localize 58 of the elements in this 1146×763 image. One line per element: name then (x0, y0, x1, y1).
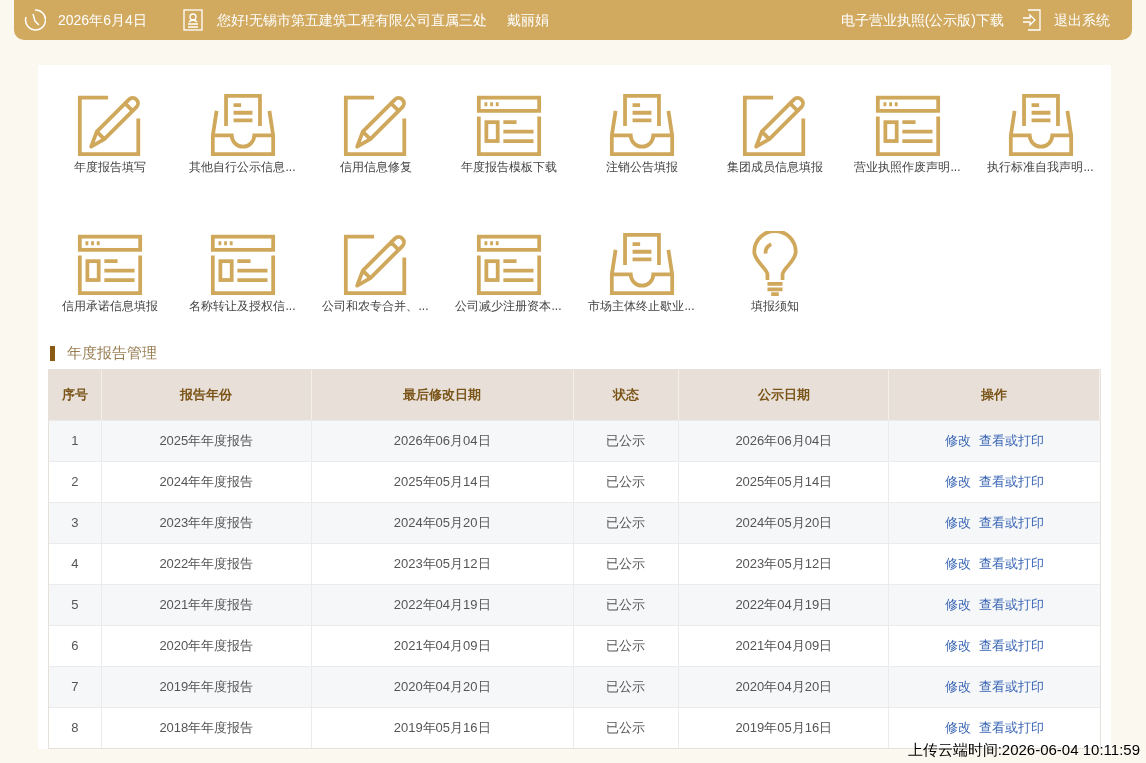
tile-label: 填报须知 (750, 298, 799, 314)
table-cell: 2019年05月16日 (311, 708, 574, 748)
action-link[interactable]: 查看或打印 (979, 513, 1045, 533)
tile-label: 营业执照作废声明... (854, 159, 961, 175)
tile-label: 年度报告模板下载 (460, 159, 557, 175)
action-link[interactable]: 查看或打印 (979, 636, 1045, 656)
shortcut-tile[interactable]: 集团成员信息填报 (708, 92, 841, 175)
upload-time-label: 上传云端时间:2026-06-04 10:11:59 (907, 741, 1140, 759)
tile-label: 公司减少注册资本... (455, 298, 562, 314)
shortcut-tile[interactable]: 其他自行公示信息... (176, 92, 309, 175)
shortcut-tile[interactable]: 年度报告模板下载 (442, 92, 575, 175)
table-cell: 已公示 (573, 708, 680, 748)
tile-label: 名称转让及授权信... (189, 298, 296, 314)
action-link[interactable]: 查看或打印 (979, 554, 1045, 574)
shortcut-tile[interactable]: 注销公告填报 (575, 92, 708, 175)
action-link[interactable]: 查看或打印 (979, 718, 1045, 738)
clock-icon (24, 9, 46, 31)
tile-label: 信用信息修复 (339, 159, 412, 175)
section-marker (50, 345, 55, 361)
section-title: 年度报告管理 (67, 342, 157, 363)
shortcut-tile[interactable]: 公司和农专合并、... (309, 231, 442, 314)
shortcut-tile[interactable]: 信用信息修复 (309, 92, 442, 175)
action-link[interactable]: 修改 (945, 513, 972, 533)
tile-label: 信用承诺信息填报 (61, 298, 158, 314)
tile-label: 执行标准自我声明... (987, 159, 1094, 175)
tile-label: 市场主体终止歇业... (588, 298, 695, 314)
greeting-text: 您好!无锡市第五建筑工程有限公司直属三处 (216, 10, 487, 30)
tile-label: 注销公告填报 (605, 159, 678, 175)
action-link[interactable]: 修改 (945, 472, 972, 492)
current-date: 2026年6月4日 (58, 10, 147, 30)
shortcut-tile[interactable]: 填报须知 (708, 231, 841, 314)
tile-label: 其他自行公示信息... (189, 159, 296, 175)
action-link[interactable]: 修改 (945, 677, 972, 697)
table-cell: 2018年年度报告 (101, 708, 312, 748)
shortcut-tile[interactable]: 营业执照作废声明... (841, 92, 974, 175)
shortcut-tile[interactable]: 信用承诺信息填报 (43, 231, 176, 314)
action-link[interactable]: 修改 (945, 554, 972, 574)
action-link[interactable]: 修改 (945, 636, 972, 656)
table-cell: 8 (49, 708, 102, 748)
tile-label: 集团成员信息填报 (726, 159, 823, 175)
user-name: 戴丽娟 (506, 10, 549, 30)
action-link[interactable]: 查看或打印 (979, 595, 1045, 615)
action-link[interactable]: 查看或打印 (979, 431, 1045, 451)
shortcut-tile[interactable]: 名称转让及授权信... (176, 231, 309, 314)
shortcut-tile[interactable]: 执行标准自我声明... (974, 92, 1107, 175)
logout-icon (1022, 9, 1042, 31)
action-link[interactable]: 查看或打印 (979, 472, 1045, 492)
user-badge-icon (182, 9, 203, 31)
action-link[interactable]: 修改 (945, 718, 972, 738)
tile-label: 年度报告填写 (73, 159, 146, 175)
shortcut-tile[interactable]: 市场主体终止歇业... (575, 231, 708, 314)
action-link[interactable]: 修改 (945, 595, 972, 615)
action-link[interactable]: 查看或打印 (979, 677, 1045, 697)
table-cell: 2019年05月16日 (679, 708, 890, 748)
action-link[interactable]: 修改 (945, 431, 972, 451)
shortcut-tile[interactable]: 年度报告填写 (43, 92, 176, 175)
shortcut-tile[interactable]: 公司减少注册资本... (442, 231, 575, 314)
tile-label: 公司和农专合并、... (322, 298, 429, 314)
